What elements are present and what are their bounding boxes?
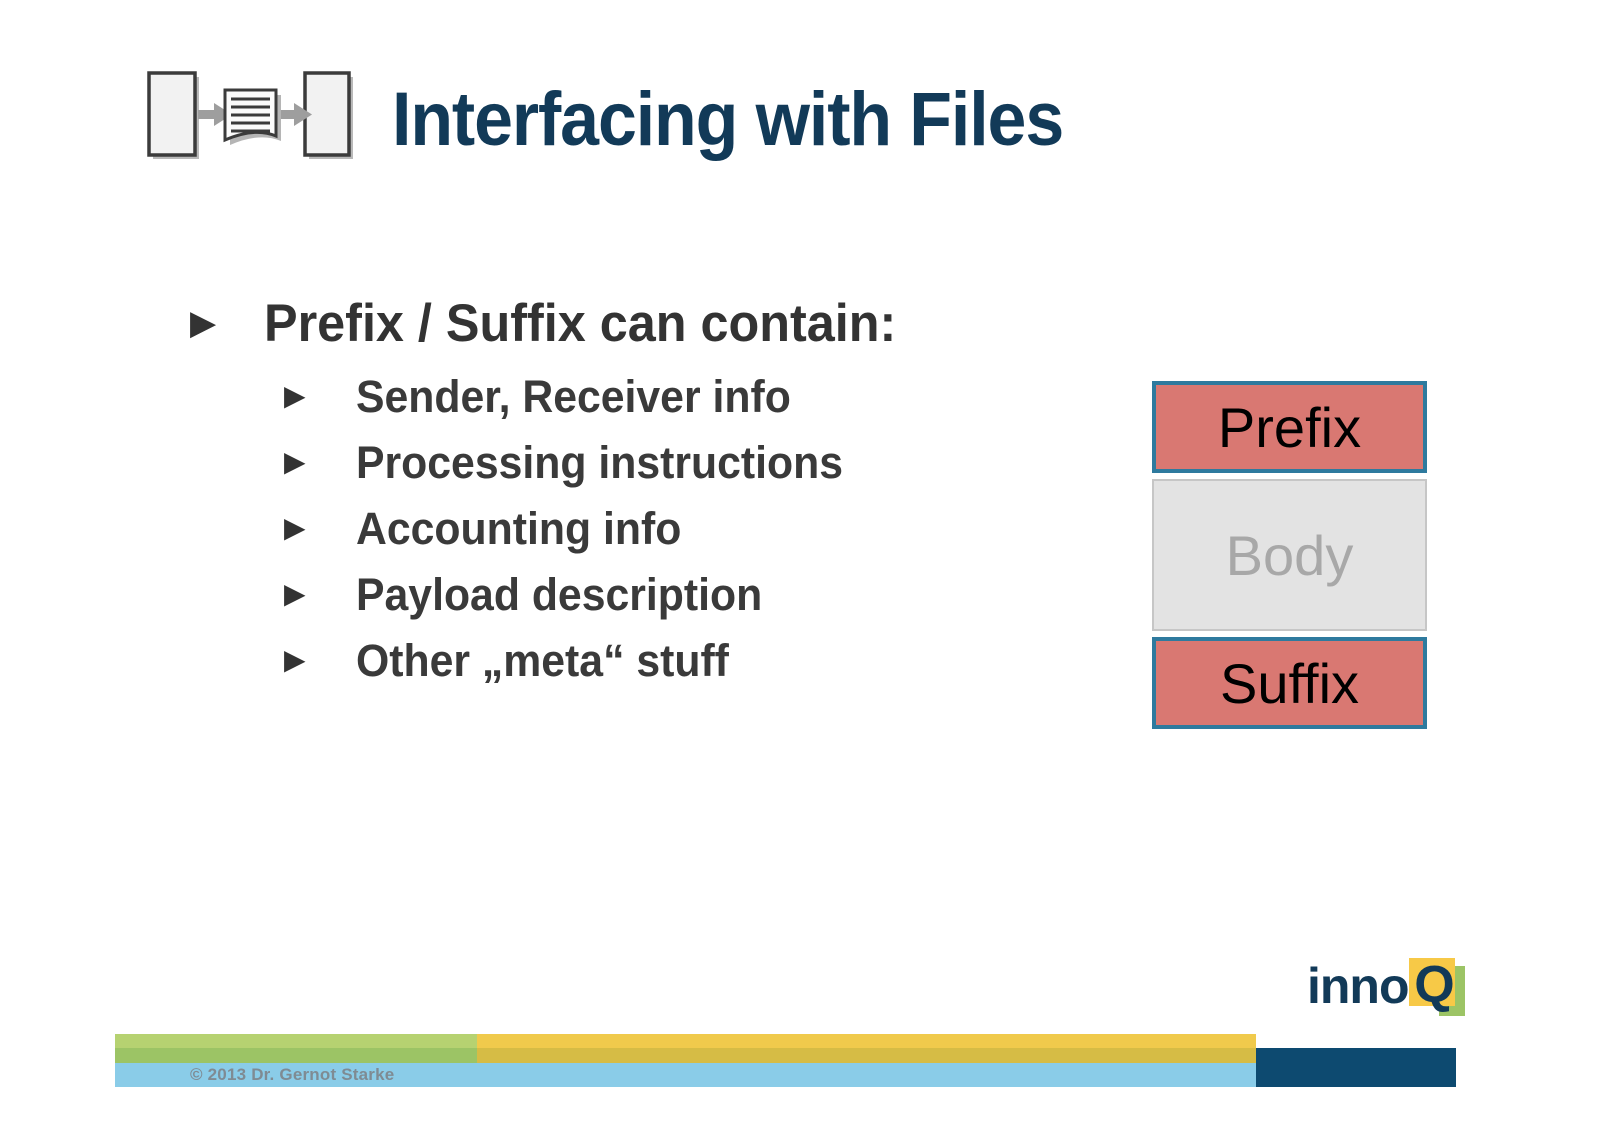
footer-bar-yellow-light bbox=[477, 1034, 1256, 1048]
innoq-logo: inno Q bbox=[1307, 956, 1467, 1016]
bullet-level2-label: Processing instructions bbox=[356, 437, 843, 488]
footer-bar-navy bbox=[1256, 1048, 1456, 1087]
diagram-box-prefix-label: Prefix bbox=[1217, 395, 1362, 459]
bullet-level2-label: Other „meta“ stuff bbox=[356, 635, 729, 686]
diagram-box-body-label: Body bbox=[1225, 523, 1354, 587]
bullet-level2-label: Accounting info bbox=[356, 503, 682, 554]
footer-copyright: © 2013 Dr. Gernot Starke bbox=[190, 1065, 395, 1084]
bullet-triangle-icon: ▶ bbox=[284, 446, 306, 477]
bullet-triangle-icon: ▶ bbox=[284, 512, 306, 543]
slide-canvas: Interfacing with Files ▶ Prefix / Suffix… bbox=[0, 0, 1600, 1130]
innoq-logo-q-mark: Q bbox=[1408, 956, 1467, 1016]
footer-bar-green-light bbox=[115, 1034, 477, 1048]
bullet-triangle-icon: ▶ bbox=[284, 644, 306, 675]
footer-bar-yellow-dark bbox=[477, 1048, 1256, 1063]
diagram-box-prefix: Prefix bbox=[1152, 381, 1427, 473]
message-structure-diagram: Prefix Body Suffix bbox=[1152, 381, 1427, 729]
innoq-logo-q-letter: Q bbox=[1414, 956, 1455, 1014]
bullet-level2-processing-instructions: ▶ Processing instructions bbox=[190, 434, 1110, 492]
innoq-logo-text: inno bbox=[1307, 958, 1410, 1014]
bullet-level2-accounting-info: ▶ Accounting info bbox=[190, 500, 1110, 558]
bullet-triangle-icon: ▶ bbox=[284, 578, 306, 609]
diagram-box-suffix: Suffix bbox=[1152, 637, 1427, 729]
file-transfer-icon bbox=[142, 68, 358, 168]
bullet-level2-label: Sender, Receiver info bbox=[356, 371, 791, 422]
bullet-triangle-icon: ▶ bbox=[284, 380, 306, 411]
footer-bar-green-dark bbox=[115, 1048, 477, 1063]
diagram-box-body: Body bbox=[1152, 479, 1427, 631]
bullet-level2-sender-receiver: ▶ Sender, Receiver info bbox=[190, 368, 1110, 426]
diagram-box-suffix-label: Suffix bbox=[1219, 651, 1360, 715]
page-title: Interfacing with Files bbox=[392, 77, 1064, 162]
bullet-triangle-icon: ▶ bbox=[190, 304, 217, 342]
bullet-level1-label: Prefix / Suffix can contain: bbox=[264, 294, 897, 353]
bullet-level2-payload-description: ▶ Payload description bbox=[190, 566, 1110, 624]
bullet-level2-other-meta-stuff: ▶ Other „meta“ stuff bbox=[190, 632, 1110, 690]
bullet-level1: ▶ Prefix / Suffix can contain: bbox=[190, 292, 1110, 356]
bullet-list: ▶ Prefix / Suffix can contain: ▶ Sender,… bbox=[190, 292, 1110, 698]
bullet-level2-label: Payload description bbox=[356, 569, 763, 620]
